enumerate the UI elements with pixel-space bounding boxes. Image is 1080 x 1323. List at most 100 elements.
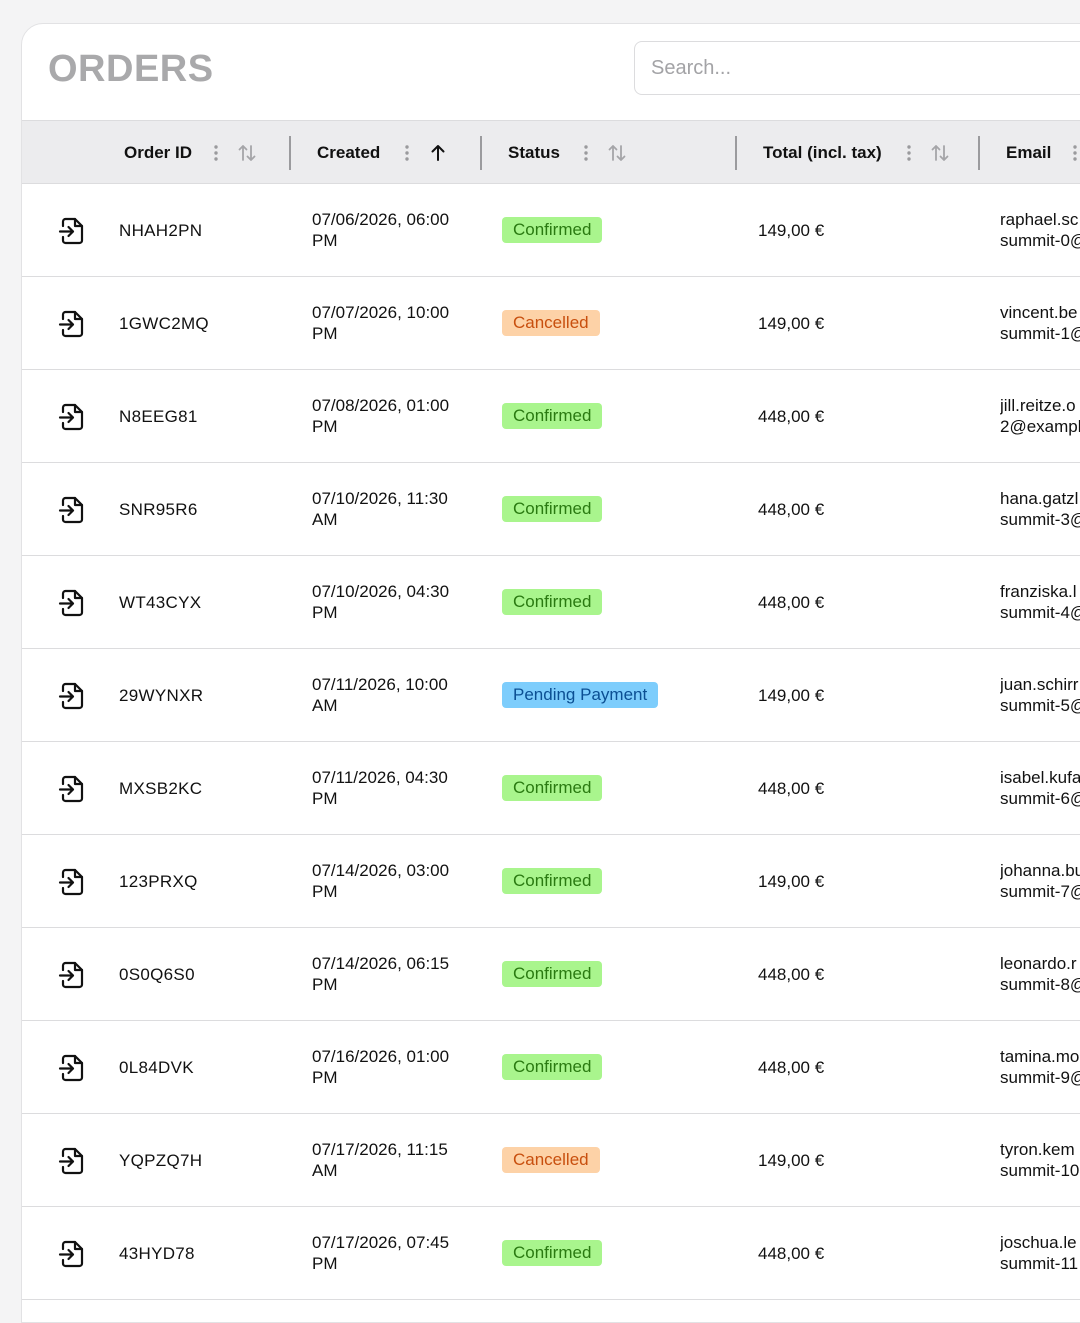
status-badge: Confirmed: [502, 403, 603, 429]
created-period-line: PM: [312, 231, 338, 250]
search-input[interactable]: [634, 41, 1080, 95]
created-cell: 07/10/2026, 04:30 PM: [312, 581, 477, 623]
column-header-email[interactable]: Email: [1006, 121, 1051, 185]
column-menu-icon[interactable]: [1071, 144, 1079, 162]
email-line: joschua.le: [1000, 1233, 1077, 1252]
created-cell: 07/08/2026, 01:00 PM: [312, 395, 477, 437]
file-import-icon[interactable]: [58, 681, 86, 711]
column-resize-handle[interactable]: [735, 136, 737, 170]
column-menu-icon[interactable]: [403, 144, 411, 162]
email-line: 2@exampl: [1000, 417, 1080, 436]
sort-arrows-icon[interactable]: [929, 142, 951, 164]
email-cell: tamina.mo summit-9@: [1000, 1046, 1080, 1088]
file-import-icon[interactable]: [58, 495, 86, 525]
email-line: raphael.sc: [1000, 210, 1079, 229]
created-date-line: 07/08/2026, 01:00: [312, 396, 450, 415]
email-cell: hana.gatzl summit-3@: [1000, 488, 1080, 530]
order-id-cell: 0S0Q6S0: [119, 965, 195, 984]
created-cell: 07/10/2026, 11:30 AM: [312, 488, 477, 530]
status-badge: Confirmed: [502, 961, 603, 987]
column-header-total[interactable]: Total (incl. tax): [763, 121, 882, 185]
file-import-icon[interactable]: [58, 402, 86, 432]
column-menu-icon[interactable]: [905, 144, 913, 162]
email-cell: johanna.bu summit-7@: [1000, 860, 1080, 902]
file-import-icon[interactable]: [58, 774, 86, 804]
total-cell: 448,00 €: [758, 965, 825, 984]
file-import-icon[interactable]: [58, 1053, 86, 1083]
column-header-created[interactable]: Created: [317, 121, 380, 185]
email-line: jill.reitze.o: [1000, 396, 1076, 415]
column-header-status[interactable]: Status: [508, 121, 560, 185]
sort-arrows-icon[interactable]: [236, 142, 258, 164]
email-cell: tyron.kem summit-10: [1000, 1139, 1080, 1181]
status-badge: Confirmed: [502, 496, 603, 522]
column-menu-icon[interactable]: [212, 144, 220, 162]
column-label-email: Email: [1006, 143, 1052, 162]
email-cell: leonardo.r summit-8@: [1000, 953, 1080, 995]
created-date-line: 07/11/2026, 04:30: [312, 768, 448, 787]
status-badge: Confirmed: [502, 217, 603, 243]
email-line: summit-10: [1000, 1161, 1080, 1180]
file-import-icon[interactable]: [58, 588, 86, 618]
table-row[interactable]: 43HYD78 07/17/2026, 07:45 PM Confirmed 4…: [22, 1207, 1080, 1300]
column-label-status: Status: [508, 143, 560, 162]
table-row[interactable]: MXSB2KC 07/11/2026, 04:30 PM Confirmed 4…: [22, 742, 1080, 835]
created-date-line: 07/06/2026, 06:00: [312, 210, 450, 229]
total-cell: 448,00 €: [758, 593, 825, 612]
email-line: vincent.be: [1000, 303, 1078, 322]
email-line: summit-3@: [1000, 510, 1080, 529]
table-row[interactable]: 1GWC2MQ 07/07/2026, 10:00 PM Cancelled 1…: [22, 277, 1080, 370]
status-badge: Cancelled: [502, 1147, 600, 1173]
total-cell: 448,00 €: [758, 1058, 825, 1077]
column-label-total: Total (incl. tax): [763, 143, 882, 162]
column-label-order-id: Order ID: [124, 143, 193, 162]
created-date-line: 07/10/2026, 11:30: [312, 489, 448, 508]
table-row[interactable]: SNR95R6 07/10/2026, 11:30 AM Confirmed 4…: [22, 463, 1080, 556]
file-import-icon[interactable]: [58, 216, 86, 246]
column-resize-handle[interactable]: [480, 136, 482, 170]
status-badge: Cancelled: [502, 310, 600, 336]
status-badge: Confirmed: [502, 868, 603, 894]
email-line: tamina.mo: [1000, 1047, 1080, 1066]
order-id-cell: SNR95R6: [119, 500, 198, 519]
created-cell: 07/14/2026, 03:00 PM: [312, 860, 477, 902]
table-row[interactable]: N8EEG81 07/08/2026, 01:00 PM Confirmed 4…: [22, 370, 1080, 463]
created-period-line: PM: [312, 603, 338, 622]
order-id-cell: NHAH2PN: [119, 221, 203, 240]
created-cell: 07/17/2026, 11:15 AM: [312, 1139, 477, 1181]
file-import-icon[interactable]: [58, 867, 86, 897]
order-id-cell: 123PRXQ: [119, 872, 198, 891]
email-cell: franziska.l summit-4@: [1000, 581, 1080, 623]
table-row[interactable]: WT43CYX 07/10/2026, 04:30 PM Confirmed 4…: [22, 556, 1080, 649]
table-row[interactable]: NHAH2PN 07/06/2026, 06:00 PM Confirmed 1…: [22, 184, 1080, 277]
column-menu-icon[interactable]: [582, 144, 590, 162]
created-cell: 07/11/2026, 04:30 PM: [312, 767, 477, 809]
file-import-icon[interactable]: [58, 309, 86, 339]
created-period-line: PM: [312, 1254, 338, 1273]
created-period-line: PM: [312, 417, 338, 436]
column-resize-handle[interactable]: [978, 136, 980, 170]
file-import-icon[interactable]: [58, 1239, 86, 1269]
created-date-line: 07/07/2026, 10:00: [312, 303, 450, 322]
email-line: franziska.l: [1000, 582, 1077, 601]
total-cell: 149,00 €: [758, 686, 825, 705]
column-resize-handle[interactable]: [289, 136, 291, 170]
email-line: summit-1@: [1000, 324, 1080, 343]
file-import-icon[interactable]: [58, 1146, 86, 1176]
total-cell: 448,00 €: [758, 500, 825, 519]
table-row[interactable]: YQPZQ7H 07/17/2026, 11:15 AM Cancelled 1…: [22, 1114, 1080, 1207]
created-period-line: AM: [312, 1161, 338, 1180]
email-cell: joschua.le summit-11: [1000, 1232, 1080, 1274]
table-row[interactable]: 0L84DVK 07/16/2026, 01:00 PM Confirmed 4…: [22, 1021, 1080, 1114]
total-cell: 149,00 €: [758, 1151, 825, 1170]
arrow-up-icon[interactable]: [427, 142, 449, 164]
order-id-cell: MXSB2KC: [119, 779, 203, 798]
table-row[interactable]: 123PRXQ 07/14/2026, 03:00 PM Confirmed 1…: [22, 835, 1080, 928]
column-header-order-id[interactable]: Order ID: [124, 121, 192, 185]
email-line: summit-4@: [1000, 603, 1080, 622]
table-row[interactable]: 29WYNXR 07/11/2026, 10:00 AM Pending Pay…: [22, 649, 1080, 742]
table-row[interactable]: 0S0Q6S0 07/14/2026, 06:15 PM Confirmed 4…: [22, 928, 1080, 1021]
created-period-line: PM: [312, 1068, 338, 1087]
file-import-icon[interactable]: [58, 960, 86, 990]
sort-arrows-icon[interactable]: [606, 142, 628, 164]
